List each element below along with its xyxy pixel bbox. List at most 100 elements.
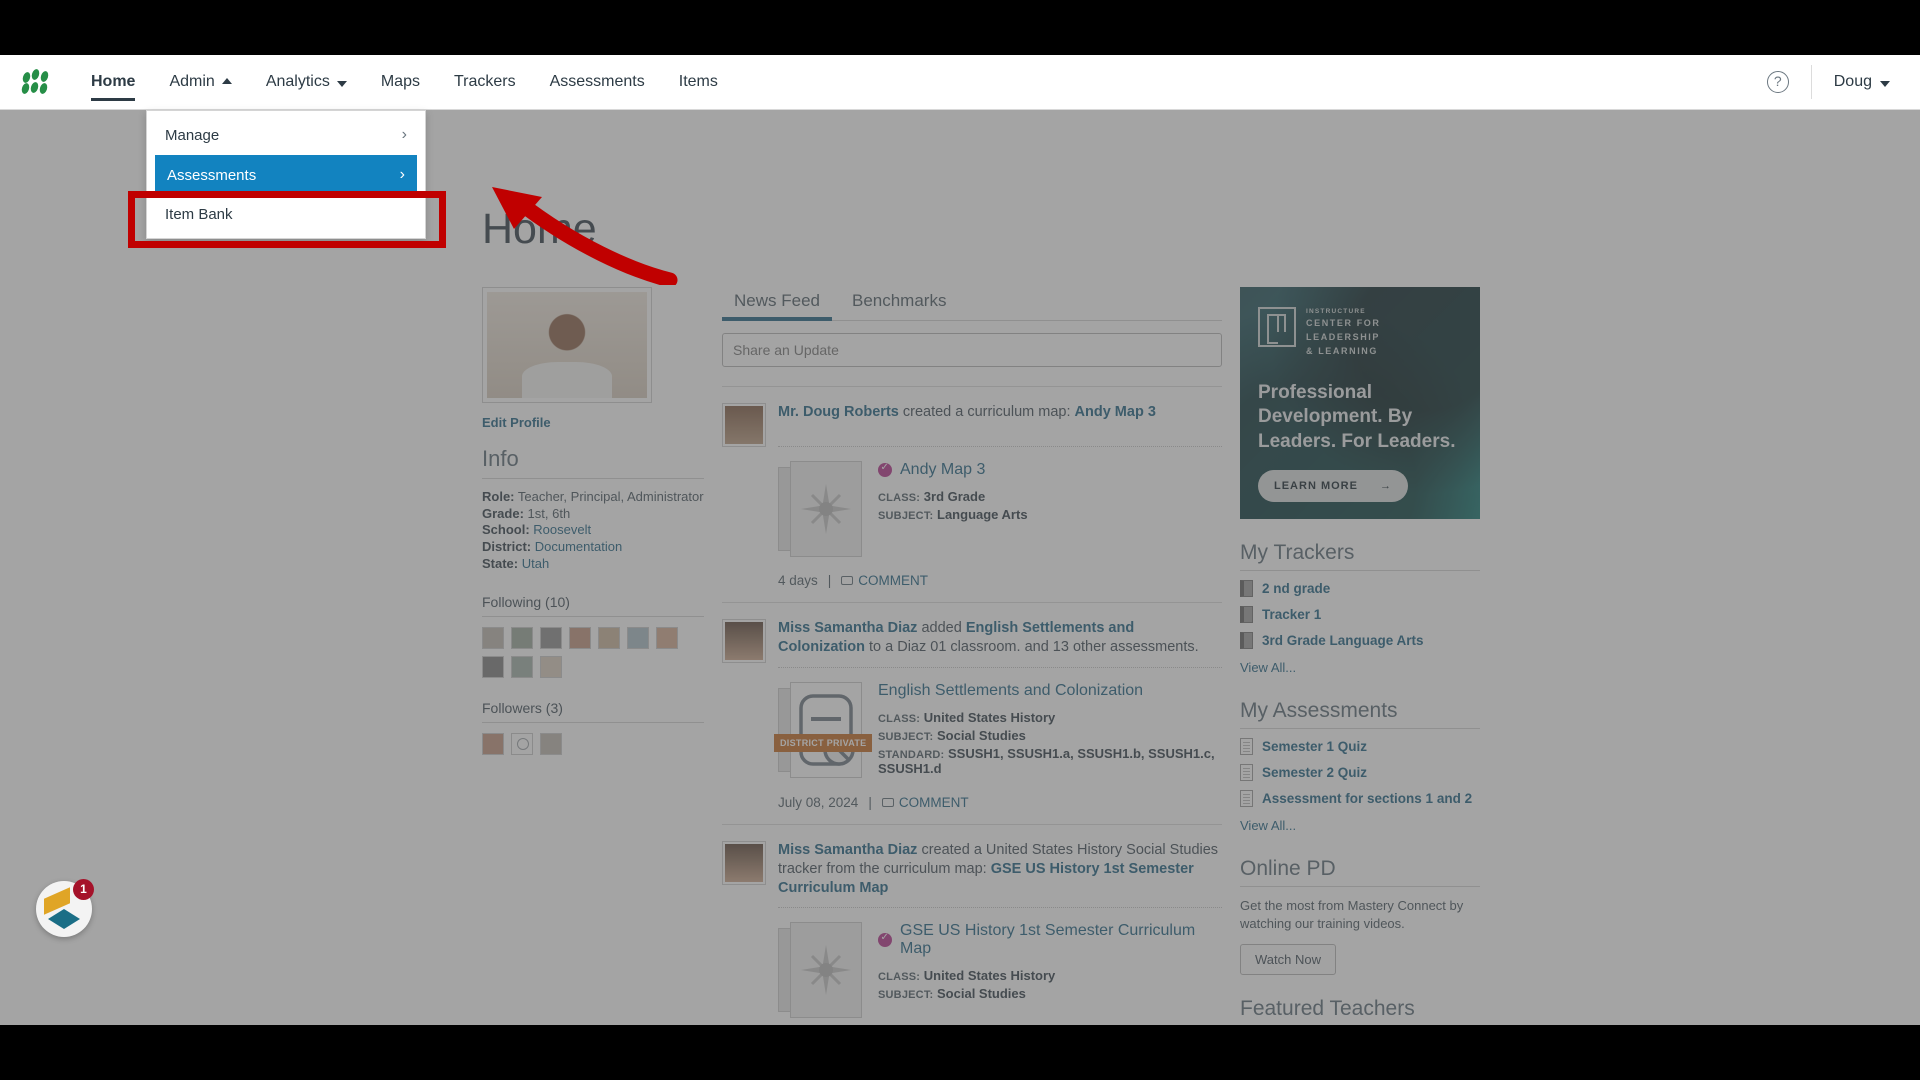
follower-avatar[interactable]: [482, 733, 504, 756]
follower-avatar-anonymous[interactable]: [511, 733, 533, 756]
nav-item-trackers[interactable]: Trackers: [437, 55, 533, 110]
chevron-down-icon: [336, 80, 347, 87]
post-footer: July 08, 2024 | COMMENT: [722, 795, 1222, 810]
post-author-link[interactable]: Miss Samantha Diaz: [778, 620, 917, 636]
post-author-avatar[interactable]: [722, 619, 766, 663]
info-key: Role:: [482, 489, 515, 504]
meta-row-class: CLASS: United States History: [878, 968, 1222, 983]
nav-item-admin[interactable]: Admin: [152, 55, 248, 110]
share-update-input[interactable]: [722, 333, 1222, 367]
post-card-title-link[interactable]: GSE US History 1st Semester Curriculum M…: [900, 922, 1222, 958]
document-icon: [1240, 764, 1253, 781]
featured-teachers-title: Featured Teachers: [1240, 997, 1480, 1025]
assessments-view-all-link[interactable]: View All...: [1240, 818, 1296, 833]
info-key: District:: [482, 538, 532, 554]
browser-viewport: Home Admin Analytics Maps Trackers Asses…: [0, 55, 1920, 1025]
annotation-highlight-box: [128, 191, 446, 248]
dropdown-item-manage[interactable]: Manage ›: [147, 115, 425, 155]
info-row-grade: Grade: 1st, 6th: [482, 506, 704, 523]
follow-avatar[interactable]: [511, 627, 533, 650]
info-section-title: Info: [482, 446, 704, 479]
watch-now-button[interactable]: Watch Now: [1240, 944, 1336, 976]
assessment-thumbnail[interactable]: DISTRICT PRIVATE: [774, 681, 873, 778]
follow-avatar[interactable]: [482, 656, 504, 679]
followers-header[interactable]: Followers (3): [482, 700, 704, 724]
curriculum-map-thumbnail[interactable]: [778, 922, 862, 1019]
top-navigation-bar: Home Admin Analytics Maps Trackers Asses…: [0, 55, 1920, 110]
nav-item-home[interactable]: Home: [74, 55, 152, 110]
comment-icon: [881, 797, 894, 807]
follow-avatar[interactable]: [598, 627, 620, 650]
news-feed-column: News Feed Benchmarks Mr. Doug Roberts cr…: [722, 225, 1222, 1025]
follow-avatar[interactable]: [656, 627, 678, 650]
post-card-meta: Andy Map 3 CLASS: 3rd Grade SUBJECT: Lan…: [878, 461, 1028, 557]
follow-avatar[interactable]: [511, 656, 533, 679]
verified-badge-icon: [878, 462, 892, 477]
assessment-item[interactable]: Semester 1 Quiz: [1240, 738, 1480, 755]
assessment-item[interactable]: Semester 2 Quiz: [1240, 764, 1480, 781]
post-card-title-link[interactable]: English Settlements and Colonization: [878, 682, 1143, 700]
comment-button[interactable]: COMMENT: [841, 573, 928, 588]
arrow-right-icon: →: [1379, 479, 1392, 492]
nav-item-assessments-label: Assessments: [549, 73, 645, 90]
nav-item-analytics[interactable]: Analytics: [249, 55, 364, 110]
meta-row-class: CLASS: 3rd Grade: [878, 489, 1028, 504]
nav-item-items-label: Items: [678, 73, 718, 90]
district-private-badge: DISTRICT PRIVATE: [774, 733, 873, 752]
document-icon: [1240, 790, 1253, 807]
comment-label: COMMENT: [898, 794, 969, 810]
online-pd-title: Online PD: [1240, 857, 1480, 887]
assessment-item[interactable]: Assessment for sections 1 and 2: [1240, 790, 1480, 807]
meta-key: SUBJECT:: [878, 510, 934, 522]
post-author-link[interactable]: Mr. Doug Roberts: [778, 404, 899, 420]
post-author-avatar[interactable]: [722, 840, 766, 885]
assessment-label: Semester 1 Quiz: [1262, 739, 1368, 754]
help-icon[interactable]: ?: [1766, 71, 1789, 93]
canvas-badge-widget[interactable]: 1: [36, 879, 94, 937]
edit-profile-link[interactable]: Edit Profile: [482, 415, 704, 430]
tracker-label: 3rd Grade Language Arts: [1262, 633, 1424, 648]
comment-icon: [841, 576, 854, 585]
meta-key: SUBJECT:: [878, 730, 934, 743]
nav-item-home-label: Home: [91, 73, 136, 90]
tab-benchmarks[interactable]: Benchmarks: [840, 287, 958, 320]
district-link[interactable]: Documentation: [535, 539, 622, 554]
state-link[interactable]: Utah: [522, 556, 549, 571]
info-key: Grade:: [482, 505, 524, 521]
learn-more-button[interactable]: LEARN MORE →: [1258, 469, 1408, 502]
nav-item-maps[interactable]: Maps: [364, 55, 437, 110]
post-body: DISTRICT PRIVATE English Settlements and…: [722, 681, 1222, 779]
info-value: 1st, 6th: [527, 505, 571, 521]
follow-avatar[interactable]: [540, 627, 562, 650]
post-card-title-link[interactable]: Andy Map 3: [900, 461, 985, 479]
my-assessments-list: Semester 1 Quiz Semester 2 Quiz Assessme…: [1240, 738, 1480, 835]
trackers-view-all-link[interactable]: View All...: [1240, 660, 1296, 675]
post-author-link[interactable]: Miss Samantha Diaz: [778, 842, 917, 858]
follow-avatar[interactable]: [540, 656, 562, 679]
user-menu[interactable]: Doug: [1834, 73, 1898, 91]
follow-avatar[interactable]: [627, 627, 649, 650]
dropdown-item-assessments[interactable]: Assessments ›: [155, 155, 417, 195]
post-object-link[interactable]: Andy Map 3: [1075, 404, 1156, 420]
comment-button[interactable]: COMMENT: [881, 794, 969, 810]
follower-avatar[interactable]: [540, 733, 562, 756]
tab-news-feed[interactable]: News Feed: [722, 287, 832, 321]
tracker-item[interactable]: Tracker 1: [1240, 606, 1480, 623]
nav-item-assessments[interactable]: Assessments: [533, 55, 662, 110]
followers-label: Followers: [482, 700, 542, 717]
nav-item-items[interactable]: Items: [662, 55, 735, 110]
feed-post: Miss Samantha Diaz added English Settlem…: [722, 602, 1222, 810]
follow-avatar[interactable]: [569, 627, 591, 650]
tracker-item[interactable]: 3rd Grade Language Arts: [1240, 632, 1480, 649]
school-link[interactable]: Roosevelt: [533, 522, 591, 537]
following-header[interactable]: Following (10): [482, 594, 704, 618]
tracker-item[interactable]: 2 nd grade: [1240, 580, 1480, 597]
meta-value: United States History: [923, 968, 1056, 984]
post-author-avatar[interactable]: [722, 403, 766, 447]
meta-row-standard: STANDARD: SSUSH1, SSUSH1.a, SSUSH1.b, SS…: [878, 746, 1222, 776]
curriculum-map-thumbnail[interactable]: [778, 461, 862, 557]
follow-avatar[interactable]: [482, 627, 504, 650]
footer-divider: |: [827, 573, 832, 588]
mastery-connect-logo-icon[interactable]: [20, 68, 52, 95]
promo-banner[interactable]: INSTRUCTURE CENTER FOR LEADERSHIP & LEAR…: [1240, 287, 1480, 519]
